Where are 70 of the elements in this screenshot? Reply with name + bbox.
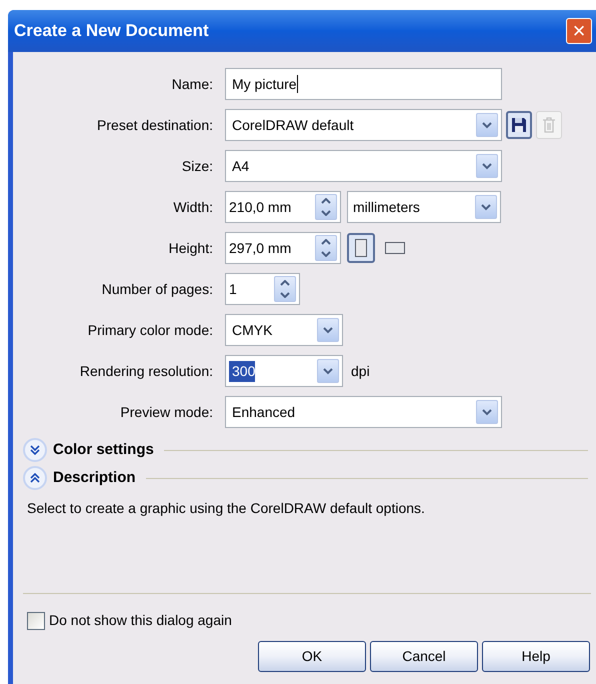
section-title: Color settings	[53, 440, 154, 460]
section-title: Description	[53, 468, 136, 488]
dropdown-field[interactable]: A4	[225, 150, 502, 182]
chevron-down-icon	[323, 326, 333, 334]
spinner-button[interactable]	[315, 235, 337, 261]
dropdown-field[interactable]: CorelDRAW default	[225, 109, 502, 141]
chevron-up-icon	[280, 280, 290, 286]
units-dropdown[interactable]: millimeters	[347, 191, 501, 223]
dropdown-button[interactable]	[317, 359, 339, 383]
field-label: Name:	[170, 74, 214, 94]
dropdown-field[interactable]: CMYK	[225, 314, 343, 346]
chevron-down-icon	[280, 292, 290, 298]
field-value: 1	[229, 280, 237, 298]
dropdown-button[interactable]	[476, 154, 498, 178]
description-text: Select to create a graphic using the CorelDRAW default options.	[26, 499, 426, 518]
chevron-up-icon	[321, 239, 331, 245]
unit-label: dpi	[351, 362, 370, 381]
dialog-button[interactable]: Help	[482, 641, 590, 672]
checkbox-label: Do not show this dialog again	[49, 611, 232, 630]
name-field[interactable]: My picture	[225, 68, 502, 100]
field-label: Size:	[180, 156, 214, 176]
dialog-button[interactable]: OK	[258, 641, 366, 672]
spin-field[interactable]: 210,0 mm	[225, 191, 341, 223]
field-value: A4	[231, 156, 250, 176]
spin-field[interactable]: 297,0 mm	[225, 232, 341, 264]
field-label: Width:	[172, 198, 214, 216]
dropdown-field[interactable]: 300	[225, 355, 343, 387]
portrait-button[interactable]	[347, 233, 375, 263]
chevron-down-icon	[321, 251, 331, 257]
field-value: Enhanced	[231, 402, 296, 422]
field-label: Number of pages:	[100, 280, 214, 299]
chevron-down-icon	[482, 122, 492, 128]
chevron-down-icon	[482, 162, 492, 170]
dropdown-field[interactable]: Enhanced	[225, 396, 502, 428]
chevron-down-icon	[323, 368, 333, 374]
dropdown-button[interactable]	[476, 400, 498, 424]
field-value: CorelDRAW default	[231, 116, 354, 134]
chevron-down-icon	[481, 204, 491, 210]
spinner-button[interactable]	[315, 194, 337, 220]
save-button[interactable]	[506, 111, 532, 139]
spinner-button[interactable]	[274, 276, 296, 302]
field-value: My picture	[232, 74, 297, 94]
field-value: 300	[229, 360, 256, 382]
dropdown-button[interactable]	[317, 318, 339, 342]
dialog-button[interactable]: Cancel	[370, 641, 478, 672]
dropdown-button[interactable]	[475, 195, 497, 219]
field-label: Rendering resolution:	[78, 362, 214, 381]
field-label: Preview mode:	[119, 402, 214, 422]
field-value: 210,0 mm	[229, 198, 292, 216]
double-chevron-down-icon	[30, 445, 40, 455]
field-value: 297,0 mm	[229, 238, 292, 258]
portrait-page-icon	[355, 239, 367, 257]
landscape-page-icon	[385, 242, 405, 254]
chevron-down-icon	[321, 210, 331, 216]
field-label: Preset destination:	[96, 116, 214, 134]
spin-field[interactable]: 1	[225, 273, 300, 305]
close-button[interactable]: ×	[566, 18, 592, 44]
window-title: Create a New Document	[14, 20, 209, 42]
field-value: CMYK	[231, 320, 272, 340]
section-toggle[interactable]	[23, 438, 47, 462]
dropdown-button[interactable]	[476, 113, 498, 137]
double-chevron-up-icon	[30, 473, 40, 483]
field-label: Height:	[168, 238, 214, 258]
trash-icon	[542, 117, 556, 133]
chevron-down-icon	[482, 408, 492, 416]
field-label: Primary color mode:	[86, 320, 214, 340]
section-toggle[interactable]	[23, 466, 47, 490]
checkbox[interactable]	[27, 612, 45, 630]
field-value: millimeters	[352, 198, 420, 216]
chevron-up-icon	[321, 198, 331, 204]
